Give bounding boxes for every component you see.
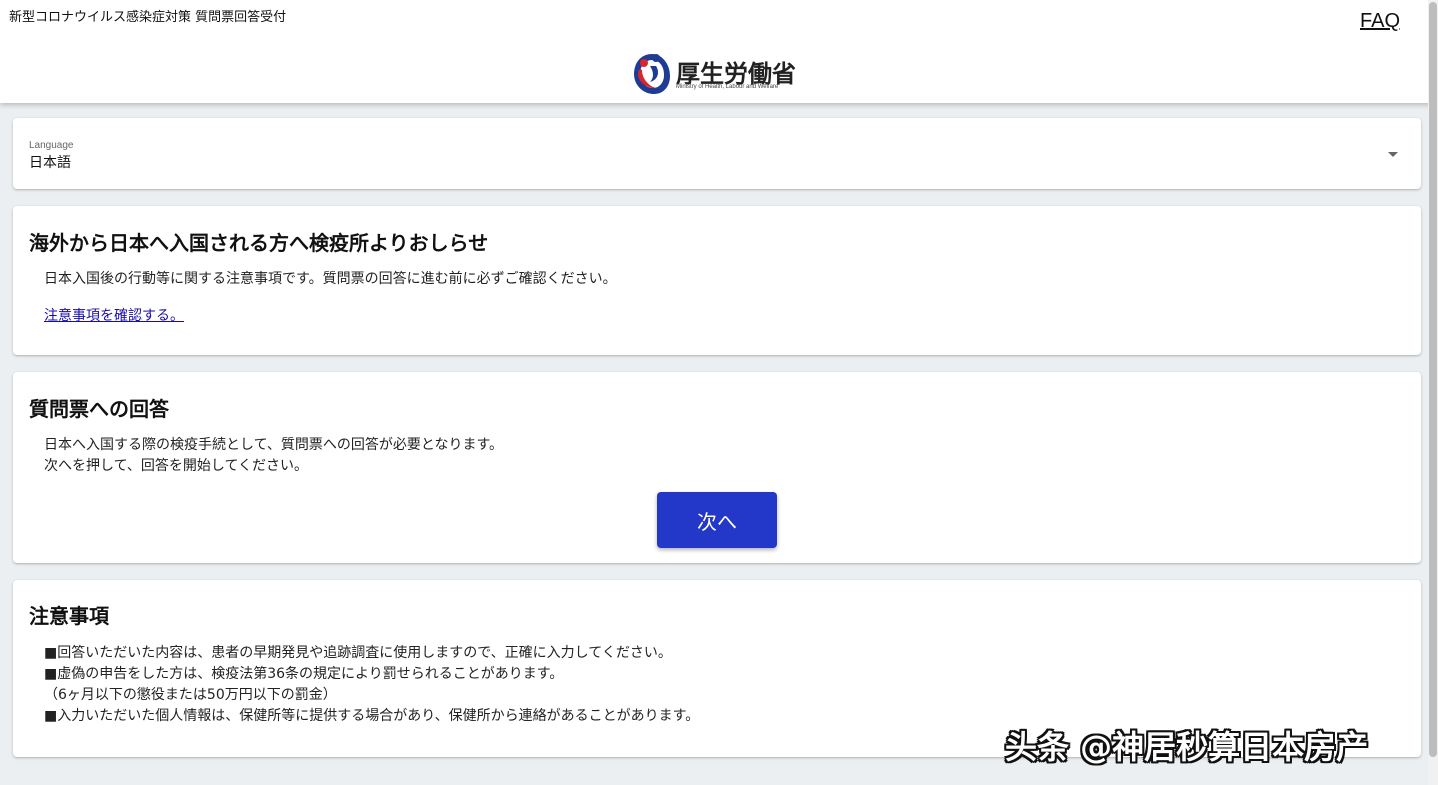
language-value[interactable]: 日本語 [29, 152, 71, 172]
scrollbar[interactable] [1428, 0, 1438, 785]
notice-title: 海外から日本へ入国される方へ検疫所よりおしらせ [29, 231, 489, 255]
notice-description: 日本入国後の行動等に関する注意事項です。質問票の回答に進む前に必ずご確認ください… [44, 271, 617, 287]
faq-link[interactable]: FAQ [1360, 10, 1400, 33]
app-header: 新型コロナウイルス感染症対策 質問票回答受付 FAQ 厚生労働省 Ministr… [0, 0, 1438, 103]
watermark: 头条 @神居秒算日本房产 [1005, 728, 1369, 766]
caution-item: （6ヶ月以下の懲役または50万円以下の罰金） [44, 687, 337, 703]
questionnaire-card: 質問票への回答 日本へ入国する際の検疫手続として、質問票への回答が必要となります… [13, 372, 1421, 563]
notice-card: 海外から日本へ入国される方へ検疫所よりおしらせ 日本入国後の行動等に関する注意事… [13, 206, 1421, 355]
caution-item: ■虚偽の申告をした方は、検疫法第36条の規定により罰せられることがあります。 [44, 666, 564, 682]
ministry-logo: 厚生労働省 Ministry of Health, Labour and Wel… [632, 48, 807, 98]
notice-link[interactable]: 注意事項を確認する。 [44, 305, 184, 325]
language-label: Language [29, 140, 74, 151]
app-title: 新型コロナウイルス感染症対策 質問票回答受付 [9, 10, 287, 25]
scrollbar-thumb[interactable] [1429, 2, 1437, 757]
next-button[interactable]: 次へ [657, 492, 777, 548]
questionnaire-line-2: 次へを押して、回答を開始してください。 [44, 458, 309, 474]
mhlw-logo-icon [634, 54, 670, 94]
questionnaire-title: 質問票への回答 [29, 397, 169, 421]
cautions-title: 注意事項 [29, 604, 109, 628]
questionnaire-line-1: 日本へ入国する際の検疫手続として、質問票への回答が必要となります。 [44, 437, 504, 453]
caution-item: ■入力いただいた個人情報は、保健所等に提供する場合があり、保健所から連絡があるこ… [44, 708, 700, 724]
language-select[interactable]: Language 日本語 [13, 118, 1421, 189]
caution-item: ■回答いただいた内容は、患者の早期発見や追跡調査に使用しますので、正確に入力して… [44, 645, 672, 661]
dropdown-arrow-icon[interactable] [1388, 152, 1398, 157]
logo-subtitle: Ministry of Health, Labour and Welfare [676, 84, 779, 90]
